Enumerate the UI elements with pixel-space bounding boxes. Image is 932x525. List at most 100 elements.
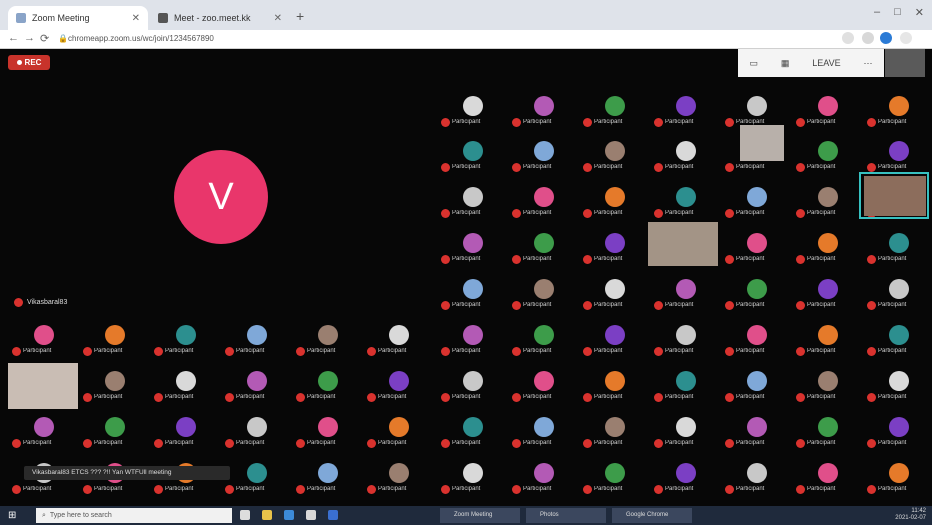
participant-tile[interactable]: Participant bbox=[867, 321, 932, 363]
profile-avatar-icon[interactable] bbox=[880, 32, 892, 44]
participant-tile[interactable]: Participant bbox=[512, 413, 582, 455]
participant-tile[interactable]: Participant bbox=[512, 229, 582, 271]
participant-tile[interactable]: Participant bbox=[654, 459, 724, 501]
new-tab-button[interactable]: + bbox=[296, 8, 304, 24]
participant-tile[interactable]: Participant bbox=[296, 459, 366, 501]
participant-tile[interactable]: Participant bbox=[654, 183, 724, 225]
browser-menu-icon[interactable] bbox=[900, 32, 912, 44]
participant-tile[interactable]: Participant bbox=[441, 137, 511, 179]
participant-tile[interactable]: Participant bbox=[583, 459, 653, 501]
participant-tile[interactable]: Participant bbox=[512, 459, 582, 501]
participant-tile[interactable]: Participant bbox=[367, 459, 437, 501]
participant-tile[interactable]: Participant bbox=[296, 367, 366, 409]
participant-tile[interactable]: Participant bbox=[654, 321, 724, 363]
file-explorer-icon[interactable] bbox=[262, 510, 272, 520]
windows-start-icon[interactable]: ⊞ bbox=[8, 510, 20, 522]
participant-tile[interactable]: Participant bbox=[654, 92, 724, 134]
participant-tile[interactable]: Participant bbox=[154, 413, 224, 455]
participant-tile[interactable]: Participant bbox=[441, 413, 511, 455]
tab-zoom-meeting[interactable]: Zoom Meeting ✕ bbox=[8, 6, 148, 30]
bookmark-star-icon[interactable] bbox=[842, 32, 854, 44]
participant-tile[interactable]: Participant bbox=[12, 321, 82, 363]
participant-tile[interactable]: Participant bbox=[867, 459, 932, 501]
self-view-thumbnail[interactable] bbox=[885, 49, 925, 77]
minimize-button[interactable]: – bbox=[874, 6, 880, 19]
close-window-button[interactable]: ✕ bbox=[915, 6, 924, 19]
participant-tile[interactable]: Participant bbox=[512, 183, 582, 225]
participant-tile[interactable]: Participant bbox=[583, 183, 653, 225]
participant-tile[interactable]: Participant bbox=[83, 367, 153, 409]
participant-tile[interactable]: Participant bbox=[296, 413, 366, 455]
participant-tile[interactable]: Participant bbox=[225, 367, 295, 409]
participant-tile[interactable]: Participant bbox=[583, 275, 653, 317]
forward-button[interactable]: → bbox=[24, 32, 35, 44]
participant-tile[interactable]: Participant bbox=[796, 137, 866, 179]
participant-tile[interactable]: Participant bbox=[725, 413, 795, 455]
close-tab-icon[interactable]: ✕ bbox=[132, 13, 140, 24]
system-tray-clock[interactable]: 11:42 2021-02-07 bbox=[895, 508, 926, 522]
participant-tile[interactable]: Participant bbox=[796, 459, 866, 501]
speaker-view-button[interactable]: ▭ bbox=[749, 58, 758, 69]
url-input[interactable]: chromeapp.zoom.us/wc/join/1234567890 bbox=[68, 33, 768, 45]
participant-tile[interactable]: Participant bbox=[441, 229, 511, 271]
participant-tile[interactable]: Participant bbox=[512, 137, 582, 179]
participant-tile[interactable]: Participant bbox=[867, 92, 932, 134]
participant-tile[interactable]: Participant bbox=[83, 413, 153, 455]
participant-tile[interactable]: Participant bbox=[796, 229, 866, 271]
tab-meet[interactable]: Meet - zoo.meet.kk ✕ bbox=[150, 6, 290, 30]
participant-tile[interactable]: Participant bbox=[512, 367, 582, 409]
participant-tile[interactable]: Participant bbox=[725, 321, 795, 363]
participant-tile[interactable]: Participant bbox=[867, 275, 932, 317]
participant-tile[interactable]: Participant bbox=[225, 413, 295, 455]
taskbar-app-zoom[interactable]: Zoom Meeting bbox=[440, 508, 520, 523]
maximize-button[interactable]: □ bbox=[894, 6, 901, 19]
participant-tile[interactable]: Participant bbox=[441, 321, 511, 363]
participant-tile[interactable]: Participant bbox=[867, 413, 932, 455]
participant-tile[interactable]: Participant bbox=[583, 92, 653, 134]
participant-tile[interactable]: Participant bbox=[154, 321, 224, 363]
participant-tile[interactable]: Participant bbox=[654, 137, 724, 179]
taskbar-app-photos[interactable]: Photos bbox=[526, 508, 606, 523]
participant-tile[interactable]: Participant bbox=[654, 367, 724, 409]
participant-tile[interactable]: Participant bbox=[654, 413, 724, 455]
participant-tile[interactable]: Participant bbox=[512, 92, 582, 134]
participant-tile[interactable]: Participant bbox=[12, 413, 82, 455]
mail-icon[interactable] bbox=[306, 510, 316, 520]
participant-tile[interactable]: Participant bbox=[583, 321, 653, 363]
edge-icon[interactable] bbox=[328, 510, 338, 520]
participant-tile[interactable]: Participant bbox=[583, 413, 653, 455]
participant-tile[interactable]: Participant bbox=[725, 275, 795, 317]
task-view-icon[interactable] bbox=[240, 510, 250, 520]
participant-tile[interactable]: Participant bbox=[441, 367, 511, 409]
chat-preview[interactable]: Vikasbaral83 ETCS ??? ?!! Yan WTFUll mee… bbox=[24, 466, 230, 480]
participant-tile[interactable]: Participant bbox=[725, 367, 795, 409]
close-tab-icon[interactable]: ✕ bbox=[274, 13, 282, 24]
more-button[interactable]: ⋯ bbox=[864, 58, 873, 69]
participant-tile[interactable]: Participant bbox=[583, 137, 653, 179]
taskbar-search-input[interactable]: ⌕ Type here to search bbox=[36, 508, 232, 523]
participant-tile[interactable]: Participant bbox=[441, 92, 511, 134]
participant-tile[interactable]: Participant bbox=[867, 229, 932, 271]
back-button[interactable]: ← bbox=[8, 32, 19, 44]
store-icon[interactable] bbox=[284, 510, 294, 520]
participant-tile[interactable]: Participant bbox=[796, 183, 866, 225]
leave-button[interactable]: LEAVE bbox=[812, 58, 840, 68]
participant-tile[interactable]: Participant bbox=[725, 459, 795, 501]
participant-tile[interactable]: Participant bbox=[296, 321, 366, 363]
participant-tile[interactable]: Participant bbox=[725, 183, 795, 225]
participant-tile[interactable]: Participant bbox=[867, 367, 932, 409]
participant-tile[interactable]: Participant bbox=[367, 367, 437, 409]
participant-tile[interactable]: Participant bbox=[512, 275, 582, 317]
participant-tile[interactable]: Participant bbox=[796, 321, 866, 363]
participant-tile[interactable]: Participant bbox=[367, 321, 437, 363]
reload-button[interactable]: ⟳ bbox=[40, 32, 49, 45]
participant-tile[interactable]: Participant bbox=[725, 229, 795, 271]
participant-tile[interactable]: Participant bbox=[796, 92, 866, 134]
participant-tile[interactable]: Participant bbox=[441, 183, 511, 225]
participant-tile[interactable]: Participant bbox=[225, 321, 295, 363]
participant-tile[interactable]: Participant bbox=[441, 459, 511, 501]
participant-tile[interactable]: Participant bbox=[512, 321, 582, 363]
participant-tile[interactable]: Participant bbox=[583, 229, 653, 271]
participant-tile[interactable]: Participant bbox=[654, 275, 724, 317]
participant-tile[interactable]: Participant bbox=[796, 413, 866, 455]
